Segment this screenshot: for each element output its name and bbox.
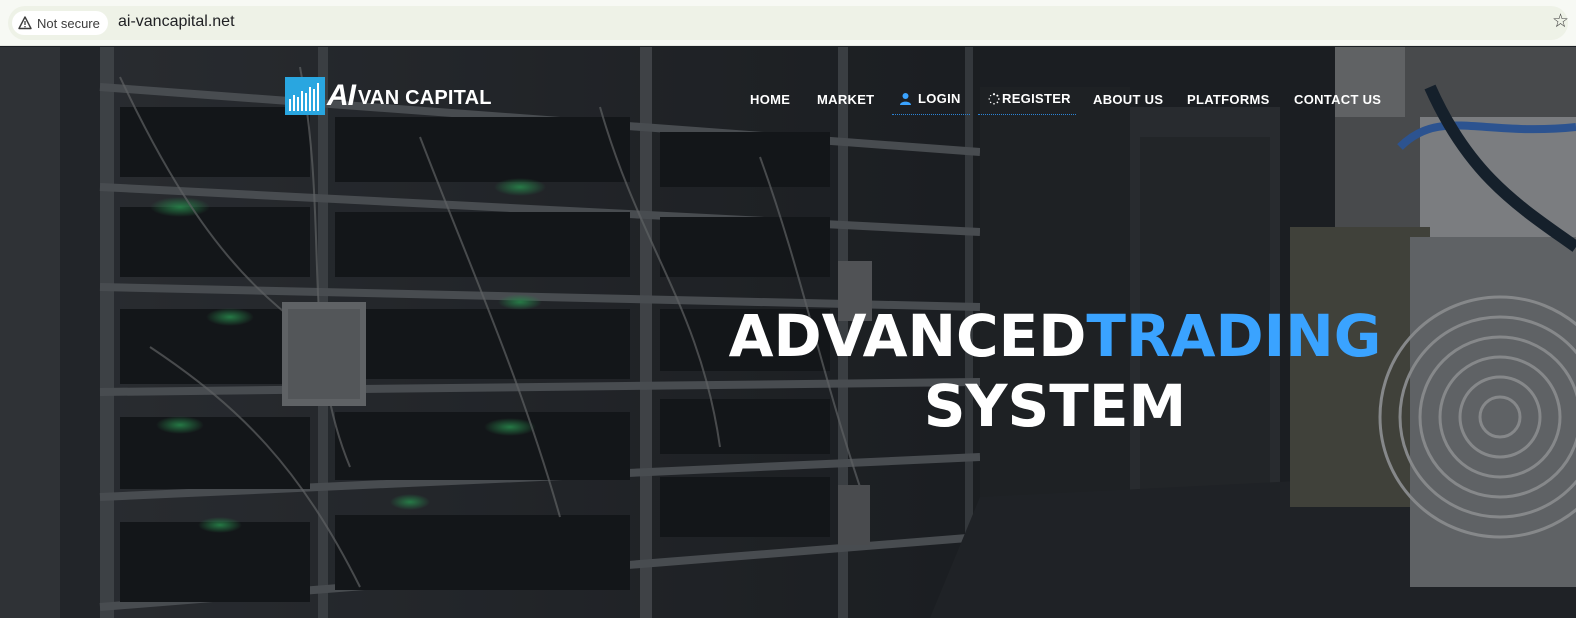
site-logo[interactable]: AI VAN CAPITAL	[285, 76, 492, 116]
nav-market-label: MARKET	[817, 91, 875, 107]
star-icon[interactable]: ☆	[1552, 11, 1569, 33]
nav-contact-us-label: CONTACT US	[1294, 91, 1382, 107]
user-icon	[900, 93, 911, 105]
nav-home[interactable]: HOME	[750, 83, 790, 115]
security-label: Not secure	[37, 15, 100, 31]
hero-headline-line1: ADVANCEDTRADING	[690, 302, 1420, 370]
nav-login-label: LOGIN	[918, 91, 961, 106]
url-text[interactable]: ai-vancapital.net	[118, 13, 235, 31]
headline-accent: TRADING	[1086, 302, 1382, 370]
browser-address-bar: Not secure ai-vancapital.net ☆	[0, 0, 1576, 46]
nav-register[interactable]: REGISTER	[978, 83, 1076, 115]
nav-home-label: HOME	[750, 91, 791, 107]
hero-headline-line2: SYSTEM	[690, 372, 1420, 440]
headline-part1: ADVANCED	[728, 302, 1087, 370]
nav-register-label: REGISTER	[1002, 91, 1071, 106]
nav-login[interactable]: LOGIN	[892, 83, 970, 115]
logo-chart-icon	[285, 77, 325, 115]
nav-market[interactable]: MARKET	[817, 83, 874, 115]
headline-line2: SYSTEM	[923, 372, 1187, 440]
nav-platforms-label: PLATFORMS	[1187, 91, 1270, 107]
omnibox[interactable]	[8, 6, 1568, 40]
nav-about-us[interactable]: ABOUT US	[1093, 83, 1163, 115]
security-indicator[interactable]: Not secure	[12, 11, 108, 35]
hero-section: AI VAN CAPITAL HOME MARKET LOGIN REGISTE…	[0, 47, 1576, 618]
nav-contact-us[interactable]: CONTACT US	[1294, 83, 1381, 115]
spinner-icon	[988, 92, 1000, 105]
nav-about-us-label: ABOUT US	[1093, 91, 1164, 107]
nav-platforms[interactable]: PLATFORMS	[1187, 83, 1270, 115]
logo-name: VAN CAPITAL	[358, 87, 492, 109]
warning-triangle-icon	[18, 16, 32, 30]
logo-mark-text: AI	[327, 79, 356, 112]
